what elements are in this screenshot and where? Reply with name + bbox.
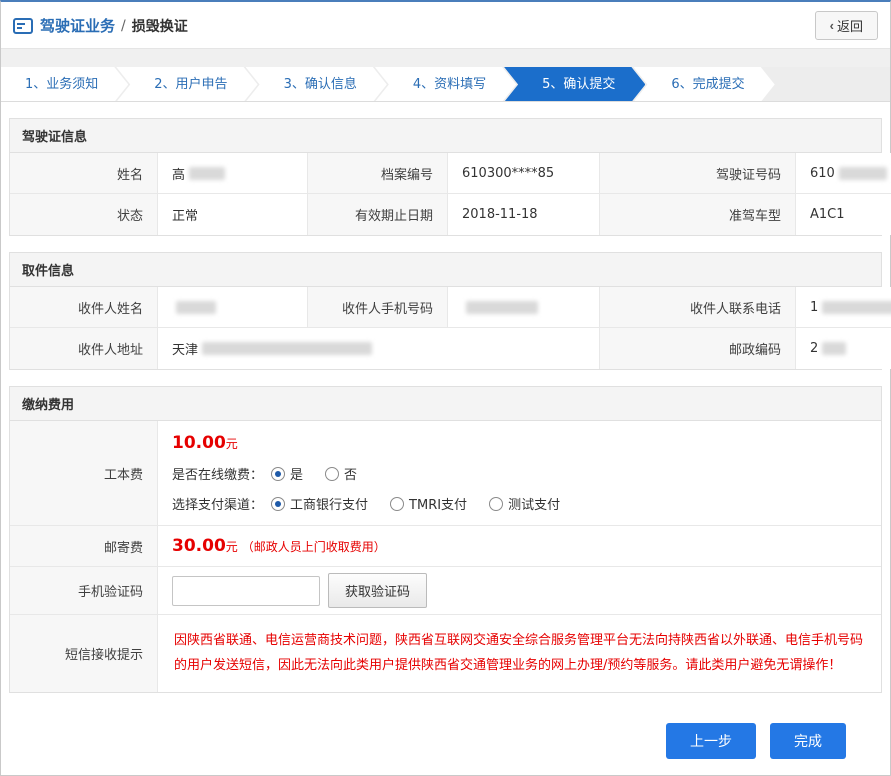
radio-icon[interactable] [325, 467, 339, 481]
payment-section-title: 缴纳费用 [9, 386, 882, 421]
breadcrumb-separator: / [121, 18, 126, 34]
recipient-phone-value: 1 [796, 287, 891, 328]
previous-step-button[interactable]: 上一步 [666, 723, 756, 759]
captcha-label: 手机验证码 [10, 567, 158, 615]
radio-icon[interactable] [271, 497, 285, 511]
pickup-info-section: 取件信息 收件人姓名 收件人手机号码 收件人联系电话 1 收件人地址 天津 邮政… [9, 252, 882, 370]
channel-test-option[interactable]: 测试支付 [489, 494, 560, 513]
license-number-value: 610 [796, 153, 891, 194]
channel-icbc-option[interactable]: 工商银行支付 [271, 494, 368, 513]
step-wizard: 1、业务须知 2、用户申告 3、确认信息 4、资料填写 5、确认提交 6、完成提… [1, 67, 890, 102]
postage-fee-note: （邮政人员上门收取费用） [242, 538, 386, 555]
status-label: 状态 [10, 194, 158, 235]
sms-notice-text: 因陕西省联通、电信运营商技术问题，陕西省互联网交通安全综合服务管理平台无法向持陕… [158, 615, 881, 692]
production-fee-label: 工本费 [10, 421, 158, 526]
online-payment-no-label: 否 [344, 464, 357, 483]
back-button[interactable]: ‹ 返回 [815, 11, 878, 40]
recipient-address-value: 天津 [158, 328, 600, 369]
postage-fee-label: 邮寄费 [10, 526, 158, 567]
license-info-section: 驾驶证信息 姓名 高 档案编号 610300****85 驾驶证号码 610 状… [9, 118, 882, 236]
page-title: 驾驶证业务 [40, 15, 115, 36]
online-payment-no-option[interactable]: 否 [325, 464, 357, 483]
captcha-input[interactable] [172, 576, 320, 606]
redacted-blur [466, 301, 538, 314]
step-4-fill-data[interactable]: 4、资料填写 [375, 67, 516, 102]
recipient-address-label: 收件人地址 [10, 328, 158, 369]
channel-tmri-label: TMRI支付 [409, 494, 467, 513]
redacted-blur [176, 301, 216, 314]
expiry-value: 2018-11-18 [448, 194, 600, 235]
postal-code-value: 2 [796, 328, 891, 369]
postage-fee-unit: 元 [226, 538, 238, 555]
pickup-info-table: 收件人姓名 收件人手机号码 收件人联系电话 1 收件人地址 天津 邮政编码 2 [9, 287, 882, 370]
postage-fee-content: 30.00元 （邮政人员上门收取费用） [158, 526, 881, 567]
breadcrumb-current: 损毁换证 [132, 16, 188, 36]
payment-channel-label: 选择支付渠道： [172, 494, 263, 513]
license-number-label: 驾驶证号码 [600, 153, 796, 194]
radio-icon[interactable] [390, 497, 404, 511]
online-payment-row: 是否在线缴费： 是 否 [172, 464, 867, 483]
redacted-blur [822, 301, 891, 314]
radio-icon[interactable] [489, 497, 503, 511]
footer-actions: 上一步 完成 [1, 709, 890, 775]
channel-test-label: 测试支付 [508, 494, 560, 513]
radio-icon[interactable] [271, 467, 285, 481]
production-fee-amount: 10.00 [172, 433, 226, 453]
sms-notice-label: 短信接收提示 [10, 615, 158, 692]
recipient-mobile-value [448, 287, 600, 328]
pickup-section-title: 取件信息 [9, 252, 882, 287]
status-value: 正常 [158, 194, 308, 235]
redacted-blur [822, 342, 846, 355]
postage-fee-amount: 30.00 [172, 536, 226, 556]
channel-tmri-option[interactable]: TMRI支付 [390, 494, 467, 513]
name-value: 高 [158, 153, 308, 194]
recipient-name-label: 收件人姓名 [10, 287, 158, 328]
license-info-table: 姓名 高 档案编号 610300****85 驾驶证号码 610 状态 正常 有… [9, 153, 882, 236]
redacted-blur [202, 342, 372, 355]
postal-code-label: 邮政编码 [600, 328, 796, 369]
payment-table: 工本费 10.00元 是否在线缴费： 是 否 [9, 421, 882, 693]
file-number-value: 610300****85 [448, 153, 600, 194]
vehicle-class-value: A1C1 [796, 194, 891, 235]
production-fee-content: 10.00元 是否在线缴费： 是 否 选择支 [158, 421, 881, 526]
recipient-mobile-label: 收件人手机号码 [308, 287, 448, 328]
vehicle-class-label: 准驾车型 [600, 194, 796, 235]
page-container: 驾驶证业务 / 损毁换证 ‹ 返回 1、业务须知 2、用户申告 3、确认信息 4… [0, 0, 891, 776]
main-content: 驾驶证信息 姓名 高 档案编号 610300****85 驾驶证号码 610 状… [1, 102, 890, 693]
captcha-content: 获取验证码 [158, 567, 881, 615]
recipient-name-value [158, 287, 308, 328]
back-chevron-icon: ‹ [830, 18, 834, 33]
production-fee-amount-line: 10.00元 [172, 433, 867, 453]
payment-section: 缴纳费用 工本费 10.00元 是否在线缴费： 是 [9, 386, 882, 693]
step-6-complete[interactable]: 6、完成提交 [633, 67, 774, 102]
channel-icbc-label: 工商银行支付 [290, 494, 368, 513]
step-3-confirm-info[interactable]: 3、确认信息 [246, 67, 387, 102]
license-section-title: 驾驶证信息 [9, 118, 882, 153]
redacted-blur [839, 167, 887, 180]
license-service-icon [13, 18, 33, 34]
page-header: 驾驶证业务 / 损毁换证 ‹ 返回 [1, 2, 890, 49]
payment-channel-row: 选择支付渠道： 工商银行支付 TMRI支付 测试支付 [172, 494, 867, 513]
online-payment-yes-label: 是 [290, 464, 303, 483]
redacted-blur [189, 167, 225, 180]
file-number-label: 档案编号 [308, 153, 448, 194]
online-payment-label: 是否在线缴费： [172, 464, 263, 483]
step-5-confirm-submit[interactable]: 5、确认提交 [504, 67, 645, 102]
back-button-label: 返回 [837, 16, 863, 35]
get-captcha-button[interactable]: 获取验证码 [328, 573, 427, 608]
online-payment-yes-option[interactable]: 是 [271, 464, 303, 483]
step-2-declare[interactable]: 2、用户申告 [116, 67, 257, 102]
production-fee-unit: 元 [226, 437, 238, 451]
expiry-label: 有效期止日期 [308, 194, 448, 235]
step-1-notice[interactable]: 1、业务须知 [1, 67, 128, 102]
name-label: 姓名 [10, 153, 158, 194]
recipient-phone-label: 收件人联系电话 [600, 287, 796, 328]
header-spacer [1, 49, 890, 67]
finish-button[interactable]: 完成 [770, 723, 846, 759]
